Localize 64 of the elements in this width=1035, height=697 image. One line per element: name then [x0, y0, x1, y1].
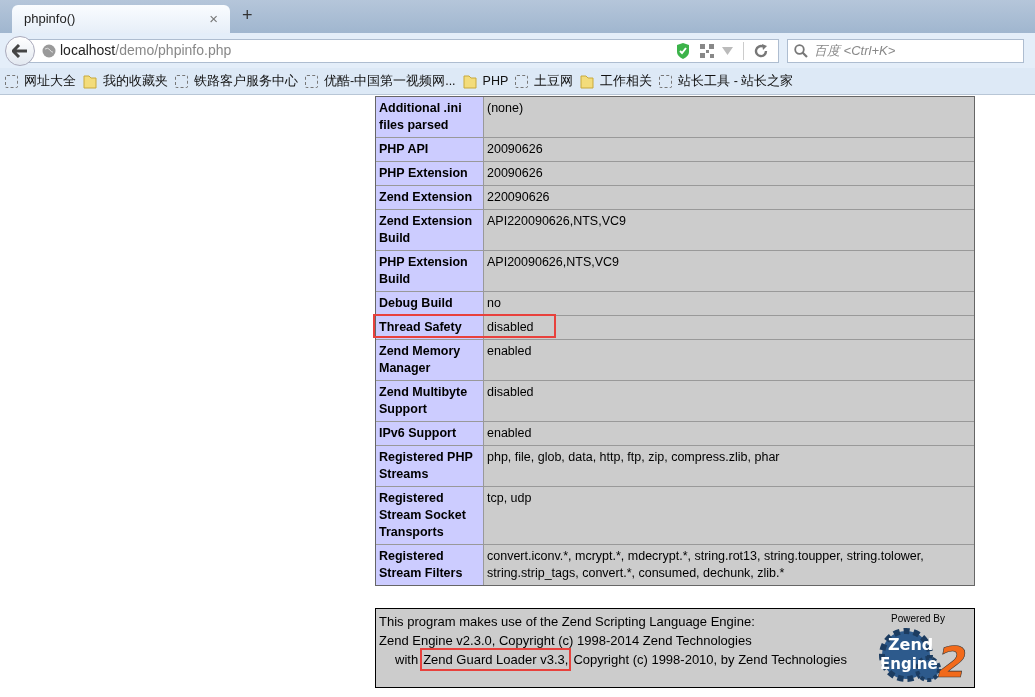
- footer-text: Zend Engine v2.3.0, Copyright (c) 1998-2014 Zend Technologies: [379, 632, 752, 650]
- bookmark-link[interactable]: 站长工具 - 站长之家: [678, 71, 794, 91]
- footer-text: Zend Guard Loader v3.3,: [422, 650, 570, 669]
- value-cell: (none): [484, 97, 974, 137]
- bookmark-link[interactable]: 网址大全: [24, 71, 76, 91]
- label-cell: Registered PHP Streams: [376, 446, 483, 486]
- globe-icon: [42, 43, 56, 58]
- value-cell: no: [484, 292, 974, 315]
- bookmark-link[interactable]: 我的收藏夹: [103, 71, 168, 91]
- browser-tab[interactable]: phpinfo() ×: [12, 5, 230, 33]
- value-cell: enabled: [484, 422, 974, 445]
- value-cell: API220090626,NTS,VC9: [484, 210, 974, 250]
- search-icon: [794, 43, 808, 58]
- address-bar[interactable]: localhost/demo/phpinfo.php: [29, 38, 779, 63]
- value-cell: disabled: [484, 316, 974, 339]
- label-cell: Registered Stream Filters: [376, 545, 483, 585]
- bookmark-link[interactable]: 优酷-中国第一视频网...: [324, 71, 456, 91]
- value-cell: 220090626: [484, 186, 974, 209]
- value-cell: 20090626: [484, 162, 974, 185]
- bookmark-link[interactable]: 铁路客户服务中心: [194, 71, 298, 91]
- close-tab-button[interactable]: ×: [209, 7, 218, 31]
- bookmark-link[interactable]: PHP: [482, 71, 509, 91]
- value-cell: 20090626: [484, 138, 974, 161]
- footer-text: This program makes use of the Zend Scripting Language Engine:: [379, 613, 755, 631]
- label-cell: PHP Extension: [376, 162, 483, 185]
- bookmark-page-icon: [175, 74, 188, 88]
- shield-check-icon: [676, 42, 690, 59]
- powered-by-caption: Powered By: [891, 613, 945, 625]
- value-cell: disabled: [484, 381, 974, 421]
- footer-text: Copyright (c) 1998-2010, by Zend Technologies: [573, 651, 848, 669]
- bookmark-page-icon: [305, 74, 318, 88]
- value-cell: php, file, glob, data, http, ftp, zip, compress.zlib, phar: [484, 446, 974, 486]
- tab-title: phpinfo(): [24, 10, 76, 29]
- value-cell: tcp, udp: [484, 487, 974, 544]
- footer-text: with: [395, 651, 419, 669]
- label-cell: PHP API: [376, 138, 483, 161]
- search-field[interactable]: 百度 <Ctrl+K>: [787, 38, 1024, 63]
- value-cell: enabled: [484, 340, 974, 380]
- bookmark-link[interactable]: 土豆网: [534, 71, 574, 91]
- label-cell: Zend Memory Manager: [376, 340, 483, 380]
- value-cell: API20090626,NTS,VC9: [484, 251, 974, 291]
- qr-code-icon: [700, 43, 714, 58]
- label-cell: Zend Extension: [376, 186, 483, 209]
- refresh-icon[interactable]: [754, 43, 768, 58]
- back-button[interactable]: [5, 35, 35, 66]
- value-cell: convert.iconv.*, mcrypt.*, mdecrypt.*, string.rot13, string.toupper, string.tolower, string.strip_tags, convert.*, consumed, dechunk, zlib.*: [484, 545, 974, 585]
- label-cell: PHP Extension Build: [376, 251, 483, 291]
- bookmark-page-icon: [515, 74, 529, 88]
- new-tab-button[interactable]: +: [238, 2, 257, 29]
- label-cell: Zend Multibyte Support: [376, 381, 483, 421]
- label-cell: IPv6 Support: [376, 422, 483, 445]
- url-text: localhost/demo/phpinfo.php: [60, 41, 232, 60]
- bookmark-link[interactable]: 工作相关: [600, 71, 653, 91]
- folder-icon: [83, 73, 97, 89]
- label-cell: Zend Extension Build: [376, 210, 483, 250]
- folder-icon: [580, 73, 595, 89]
- label-cell: Thread Safety: [376, 316, 483, 339]
- bookmark-page-icon: [5, 74, 18, 88]
- label-cell: Additional .ini files parsed: [376, 97, 483, 137]
- back-arrow-icon: [12, 43, 28, 58]
- label-cell: Debug Build: [376, 292, 483, 315]
- label-cell: Registered Stream Socket Transports: [376, 487, 483, 544]
- folder-icon: [462, 73, 477, 89]
- bookmark-page-icon: [659, 74, 673, 88]
